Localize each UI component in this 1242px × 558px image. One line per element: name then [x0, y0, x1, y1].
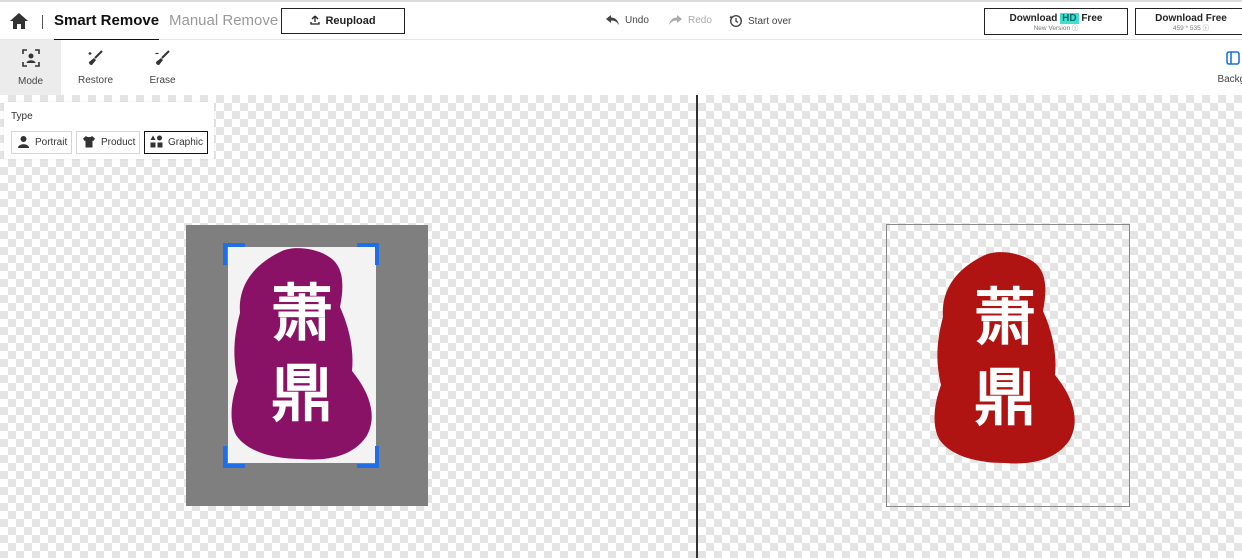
tab-smart-remove[interactable]: Smart Remove	[54, 12, 160, 41]
result-image-frame: 萧 鼎	[886, 224, 1130, 507]
top-bar: Smart Remove Manual Remove Reupload Undo…	[0, 0, 1242, 41]
shirt-icon	[82, 135, 96, 151]
download-free-label: Download Free	[1155, 13, 1227, 24]
result-seal-char-2: 鼎	[973, 361, 1036, 434]
result-canvas: 萧 鼎	[698, 95, 1242, 558]
type-panel: Type Portrait Product Graphic	[4, 102, 214, 159]
type-product-button[interactable]: Product	[76, 131, 140, 154]
undo-button[interactable]: Undo	[605, 14, 649, 26]
type-title: Type	[11, 111, 33, 122]
crop-handle-top-left[interactable]	[223, 243, 245, 265]
restore-label: Restore	[77, 74, 113, 86]
download-hd-sub: New Version	[1033, 25, 1071, 32]
download-hd-prefix: Download	[1009, 13, 1058, 24]
background-icon	[1226, 50, 1240, 74]
history-icon	[729, 14, 743, 28]
start-over-button[interactable]: Start over	[729, 14, 791, 28]
type-portrait-button[interactable]: Portrait	[11, 131, 72, 154]
type-graphic-label: Graphic	[168, 137, 204, 148]
mode-button[interactable]: Mode	[0, 40, 61, 95]
redo-button[interactable]: Redo	[668, 14, 712, 26]
undo-label: Undo	[625, 14, 649, 26]
erase-button[interactable]: Erase	[135, 40, 190, 95]
type-product-label: Product	[101, 137, 136, 148]
restore-button[interactable]: Restore	[68, 40, 123, 95]
mode-label: Mode	[17, 75, 43, 87]
home-icon[interactable]	[9, 12, 29, 30]
result-seal-char-1: 萧	[973, 281, 1036, 354]
hd-badge: HD	[1060, 13, 1079, 24]
background-label: Backgr	[1217, 73, 1242, 85]
header-divider	[42, 15, 43, 29]
erase-label: Erase	[149, 74, 176, 86]
tab-manual-remove[interactable]: Manual Remove	[169, 12, 278, 29]
original-image[interactable]: 萧 鼎	[228, 247, 376, 463]
type-graphic-button[interactable]: Graphic	[144, 131, 208, 154]
restore-brush-icon	[88, 49, 104, 75]
background-button[interactable]: Backgr	[1210, 40, 1242, 95]
start-over-label: Start over	[748, 15, 792, 27]
type-portrait-label: Portrait	[35, 137, 68, 148]
redo-label: Redo	[688, 14, 712, 26]
crop-handle-bottom-left[interactable]	[223, 446, 245, 468]
graphic-icon	[150, 135, 163, 151]
edit-toolbar: Mode Restore Erase Backgr	[0, 40, 1242, 95]
download-free-button[interactable]: Download Free 459 * 535 ⓘ	[1135, 8, 1242, 35]
redo-icon	[668, 14, 683, 26]
mode-icon	[21, 48, 40, 76]
crop-handle-top-right[interactable]	[357, 243, 379, 265]
original-canvas[interactable]: Type Portrait Product Graphic 萧 鼎	[0, 95, 696, 558]
info-icon: ⓘ	[1202, 25, 1210, 32]
download-hd-button[interactable]: Download HD Free New Version ⓘ	[984, 8, 1128, 35]
reupload-button[interactable]: Reupload	[281, 8, 405, 34]
image-size-label: 459 * 535	[1172, 25, 1201, 32]
info-icon: ⓘ	[1071, 25, 1079, 32]
seal-char-1: 萧	[270, 277, 333, 350]
undo-icon	[605, 14, 620, 26]
seal-char-2: 鼎	[270, 357, 333, 430]
crop-handle-bottom-right[interactable]	[357, 446, 379, 468]
download-hd-suffix: Free	[1081, 13, 1103, 24]
upload-icon	[310, 15, 321, 28]
person-icon	[17, 135, 30, 151]
erase-brush-icon	[155, 49, 171, 75]
reupload-label: Reupload	[325, 15, 376, 27]
